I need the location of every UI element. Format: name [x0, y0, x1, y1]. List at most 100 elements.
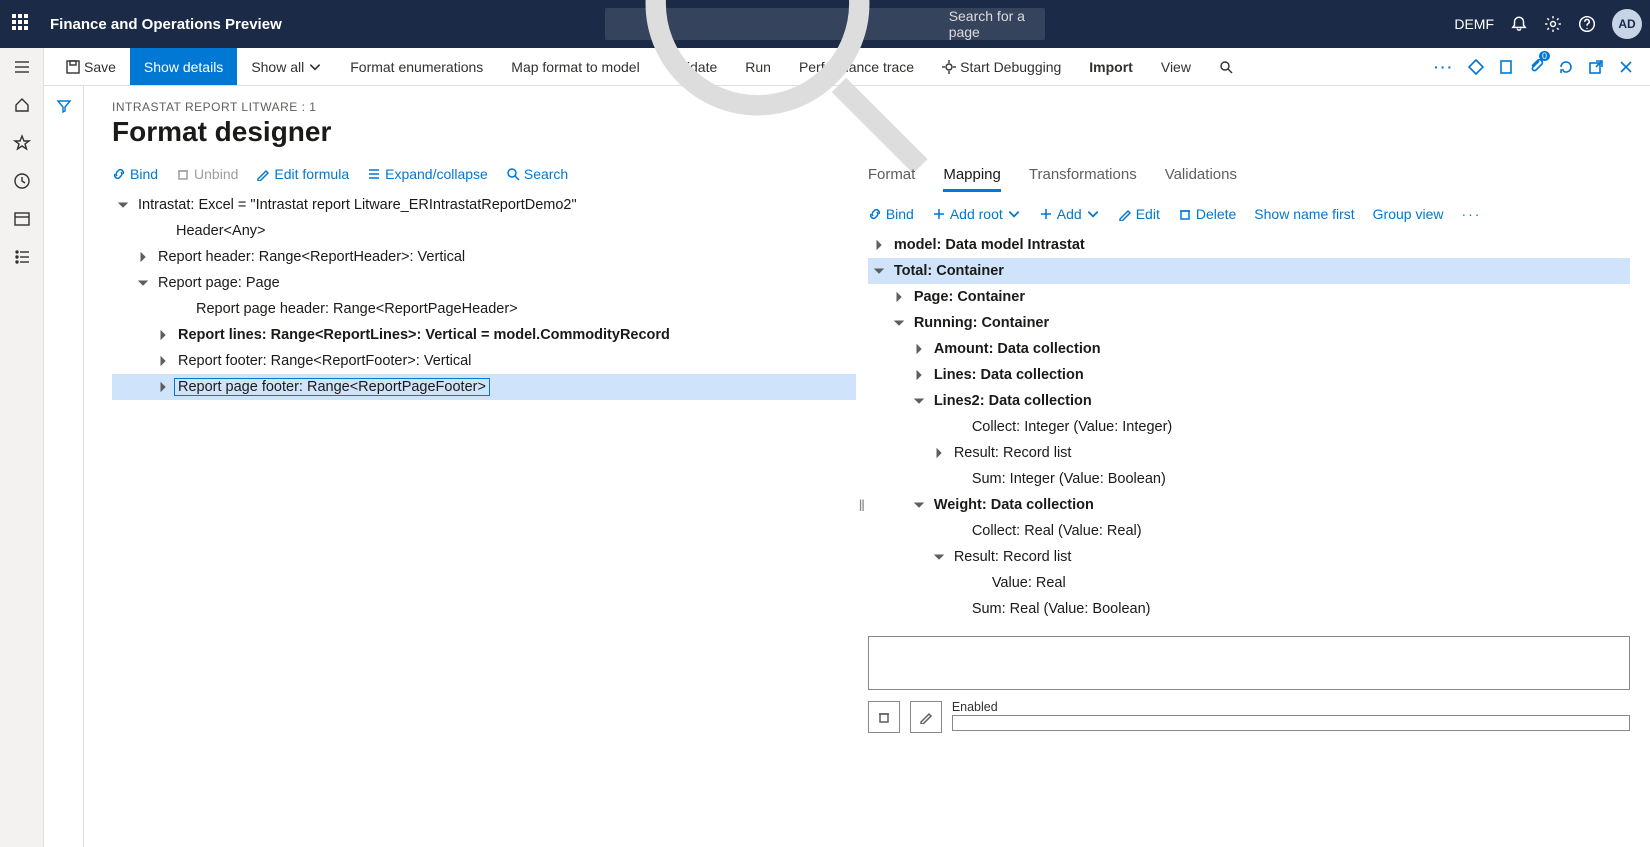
refresh-icon[interactable]: [1558, 59, 1574, 75]
format-tree[interactable]: Intrastat: Excel = "Intrastat report Lit…: [112, 192, 856, 400]
global-search-placeholder: Search for a page: [949, 8, 1035, 40]
view-button[interactable]: View: [1147, 48, 1205, 85]
tree-node[interactable]: Report page header: Range<ReportPageHead…: [112, 296, 856, 322]
tree-node[interactable]: Report lines: Range<ReportLines>: Vertic…: [112, 322, 856, 348]
recent-icon[interactable]: [13, 172, 31, 190]
global-search[interactable]: Search for a page: [605, 8, 1045, 40]
tab-validations[interactable]: Validations: [1165, 166, 1237, 192]
add-root-button[interactable]: Add root: [932, 206, 1021, 222]
tree-node-label: Page: Container: [910, 289, 1029, 305]
tree-node-label: Amount: Data collection: [930, 341, 1105, 357]
tree-node[interactable]: model: Data model Intrastat: [868, 232, 1630, 258]
cmd-search-button[interactable]: [1205, 48, 1247, 85]
tree-node-label: Weight: Data collection: [930, 497, 1098, 513]
tab-format[interactable]: Format: [868, 166, 916, 192]
list-icon: [367, 167, 381, 181]
tree-node-label: Sum: Integer (Value: Boolean): [968, 471, 1170, 487]
tree-node[interactable]: Lines: Data collection: [868, 362, 1630, 388]
search-icon: [615, 0, 941, 187]
search-icon: [506, 167, 520, 181]
import-button[interactable]: Import: [1075, 48, 1147, 85]
tree-search-button[interactable]: Search: [506, 166, 568, 182]
mapping-bind-button[interactable]: Bind: [868, 206, 914, 222]
format-tree-actions: Bind Unbind Edit formula: [112, 166, 856, 182]
add-button[interactable]: Add: [1039, 206, 1100, 222]
expand-collapse-button[interactable]: Expand/collapse: [367, 166, 488, 182]
mapping-tree[interactable]: model: Data model Intrastat Total: Contai…: [868, 232, 1630, 622]
clear-enabled-button[interactable]: [868, 701, 900, 733]
mapping-overflow-button[interactable]: ···: [1461, 206, 1481, 222]
binding-expression-box[interactable]: [868, 636, 1630, 690]
diamond-icon[interactable]: [1468, 59, 1484, 75]
tree-node-label: Lines2: Data collection: [930, 393, 1096, 409]
tree-node[interactable]: Report header: Range<ReportHeader>: Vert…: [112, 244, 856, 270]
tree-node-label: Header<Any>: [172, 223, 269, 239]
attachments-badge[interactable]: 0: [1528, 57, 1544, 76]
tree-node[interactable]: Result: Record list: [868, 544, 1630, 570]
format-enumerations-button[interactable]: Format enumerations: [336, 48, 497, 85]
save-icon: [66, 60, 80, 74]
splitter-handle[interactable]: ‖: [856, 166, 868, 847]
tree-node[interactable]: Report page: Page: [112, 270, 856, 296]
modules-icon[interactable]: [13, 248, 31, 266]
tree-node[interactable]: Running: Container: [868, 310, 1630, 336]
app-launcher-icon[interactable]: [12, 14, 32, 34]
tree-node-label: Report header: Range<ReportHeader>: Vert…: [154, 249, 469, 265]
bell-icon[interactable]: [1510, 15, 1528, 33]
edit-formula-button[interactable]: Edit formula: [256, 166, 349, 182]
hamburger-icon[interactable]: [13, 58, 31, 76]
chevron-down-icon: [1086, 207, 1100, 221]
tree-node-label: model: Data model Intrastat: [890, 237, 1089, 253]
home-icon[interactable]: [13, 96, 31, 114]
chevron-down-icon: [1007, 207, 1021, 221]
workspaces-icon[interactable]: [13, 210, 31, 228]
help-icon[interactable]: [1578, 15, 1596, 33]
save-button[interactable]: Save: [52, 48, 130, 85]
close-icon[interactable]: [1618, 59, 1634, 75]
tree-node[interactable]: Collect: Integer (Value: Integer): [868, 414, 1630, 440]
show-details-button[interactable]: Show details: [130, 48, 237, 85]
edit-button[interactable]: Edit: [1118, 206, 1160, 222]
tree-node[interactable]: Result: Record list: [868, 440, 1630, 466]
tree-node[interactable]: Total: Container: [868, 258, 1630, 284]
tree-node[interactable]: Lines2: Data collection: [868, 388, 1630, 414]
tree-node-label: Collect: Integer (Value: Integer): [968, 419, 1176, 435]
show-all-button[interactable]: Show all: [237, 48, 336, 85]
show-name-first-button[interactable]: Show name first: [1254, 206, 1354, 222]
tree-node-label: Lines: Data collection: [930, 367, 1088, 383]
user-avatar[interactable]: AD: [1612, 9, 1642, 39]
tab-mapping[interactable]: Mapping: [943, 166, 1001, 192]
tree-node[interactable]: Sum: Real (Value: Boolean): [868, 596, 1630, 622]
delete-button[interactable]: Delete: [1178, 206, 1236, 222]
tree-node[interactable]: Report page footer: Range<ReportPageFoot…: [112, 374, 856, 400]
filter-icon[interactable]: [56, 98, 72, 114]
tree-node[interactable]: Report footer: Range<ReportFooter>: Vert…: [112, 348, 856, 374]
tree-node[interactable]: Weight: Data collection: [868, 492, 1630, 518]
star-icon[interactable]: [13, 134, 31, 152]
overflow-button[interactable]: ···: [1434, 59, 1454, 75]
tree-node-label: Value: Real: [988, 575, 1070, 591]
tab-transformations[interactable]: Transformations: [1029, 166, 1137, 192]
start-debugging-button[interactable]: Start Debugging: [928, 48, 1075, 85]
bind-button[interactable]: Bind: [112, 166, 158, 182]
enabled-input[interactable]: [952, 715, 1630, 731]
tree-node[interactable]: Header<Any>: [112, 218, 856, 244]
tree-node-label: Report page header: Range<ReportPageHead…: [192, 301, 522, 317]
tree-node-label: Result: Record list: [950, 549, 1076, 565]
popout-icon[interactable]: [1588, 59, 1604, 75]
tree-node[interactable]: Page: Container: [868, 284, 1630, 310]
gear-icon[interactable]: [1544, 15, 1562, 33]
tree-node[interactable]: Intrastat: Excel = "Intrastat report Lit…: [112, 192, 856, 218]
unbind-button[interactable]: Unbind: [176, 166, 238, 182]
tree-node[interactable]: Sum: Integer (Value: Boolean): [868, 466, 1630, 492]
pencil-icon: [256, 167, 270, 181]
edit-enabled-button[interactable]: [910, 701, 942, 733]
tree-node[interactable]: Collect: Real (Value: Real): [868, 518, 1630, 544]
tree-node[interactable]: Amount: Data collection: [868, 336, 1630, 362]
group-view-button[interactable]: Group view: [1373, 206, 1444, 222]
tree-node[interactable]: Value: Real: [868, 570, 1630, 596]
office-icon[interactable]: [1498, 59, 1514, 75]
product-title: Finance and Operations Preview: [50, 16, 282, 33]
tree-node-label: Collect: Real (Value: Real): [968, 523, 1146, 539]
company-code[interactable]: DEMF: [1454, 16, 1494, 32]
